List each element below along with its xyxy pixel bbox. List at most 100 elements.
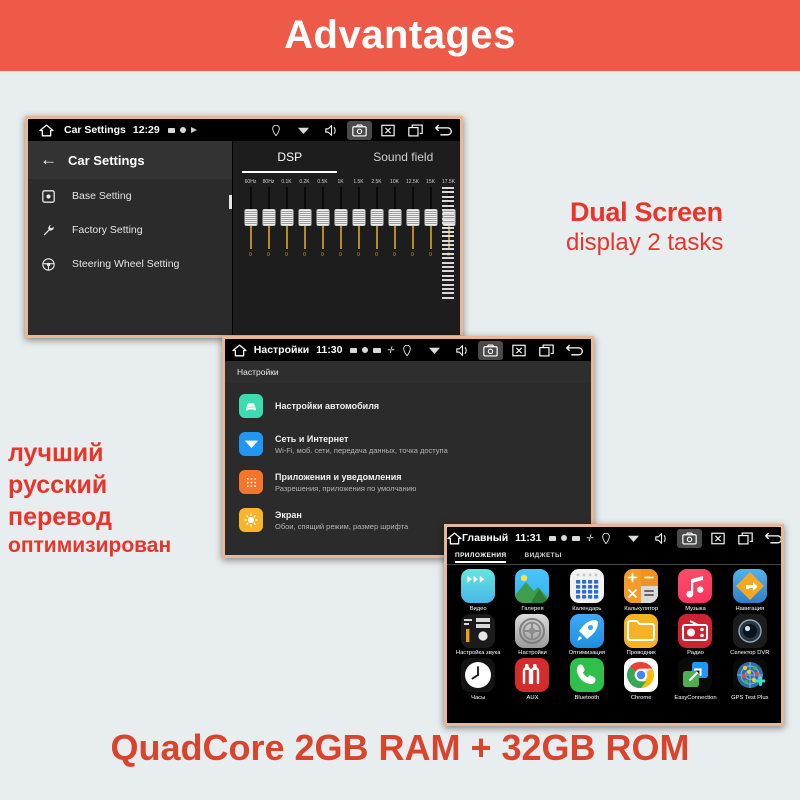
app-tile[interactable]: Календарь <box>560 569 614 612</box>
menu-item-factory-setting[interactable]: Factory Setting <box>28 213 232 247</box>
back-icon[interactable] <box>431 121 456 140</box>
eq-band-knob[interactable] <box>388 209 401 226</box>
home-icon[interactable] <box>447 532 462 545</box>
app-tile[interactable]: Настройки <box>505 613 559 656</box>
tab-widgets[interactable]: ВИДЖЕТЫ <box>524 552 561 561</box>
eq-band-track[interactable] <box>334 187 347 249</box>
tab-sound-field[interactable]: Sound field <box>347 141 461 173</box>
app-tile[interactable]: Настройка звука <box>451 613 505 656</box>
app-tile[interactable]: Проводник <box>614 613 668 656</box>
volume-icon[interactable] <box>319 121 344 140</box>
easyconnection-icon[interactable] <box>678 658 713 692</box>
recents-icon[interactable] <box>534 341 559 360</box>
app-tile[interactable]: EasyConnection <box>668 658 722 701</box>
location-icon[interactable] <box>593 529 618 548</box>
settings-list-item[interactable]: Сеть и Интернет Wi-Fi, моб. сети, передач… <box>225 425 591 463</box>
back-icon[interactable] <box>562 341 587 360</box>
eq-band-track[interactable] <box>316 187 329 249</box>
menu-item-steering-wheel-setting[interactable]: Steering Wheel Setting <box>28 247 232 281</box>
eq-band-track[interactable] <box>406 187 419 249</box>
location-icon[interactable] <box>394 341 419 360</box>
eq-band-knob[interactable] <box>298 209 311 226</box>
chrome-icon[interactable] <box>624 658 659 692</box>
home-icon[interactable] <box>28 124 64 137</box>
settings-list-item[interactable]: Приложения и уведомления Разрешения, прил… <box>225 463 591 501</box>
eq-band[interactable]: 15K 0 <box>423 179 438 258</box>
eq-band-knob[interactable] <box>352 209 365 226</box>
app-tile[interactable]: Галерея <box>505 569 559 612</box>
panel-drag-handle[interactable] <box>229 195 232 209</box>
location-icon[interactable] <box>263 121 288 140</box>
radio-icon[interactable] <box>678 613 713 648</box>
eq-band-knob[interactable] <box>280 209 293 226</box>
screenshot-icon[interactable] <box>677 528 702 548</box>
wifi-icon[interactable] <box>621 529 646 548</box>
wifi-icon[interactable] <box>291 121 316 140</box>
app-tile[interactable]: Музыка <box>668 569 722 612</box>
eq-band-knob[interactable] <box>406 209 419 226</box>
close-icon[interactable] <box>506 341 531 360</box>
eq-band-track[interactable] <box>244 187 257 249</box>
eq-band-knob[interactable] <box>244 209 257 226</box>
app-tile[interactable]: AUX <box>505 658 559 701</box>
eq-band[interactable]: 1.5K 0 <box>351 179 366 258</box>
recents-icon[interactable] <box>403 121 428 140</box>
back-icon[interactable] <box>761 529 781 548</box>
wifi-icon[interactable] <box>422 341 447 360</box>
settings-gear-icon[interactable] <box>515 613 550 648</box>
eq-band-knob[interactable] <box>262 209 275 226</box>
clock-icon[interactable] <box>461 658 496 692</box>
app-tile[interactable]: Оптимизация <box>560 613 614 656</box>
eq-band[interactable]: 12.5K 0 <box>405 179 420 258</box>
eq-band[interactable]: 10K 0 <box>387 179 402 258</box>
app-tile[interactable]: GPS Test Plus <box>723 658 777 701</box>
screenshot-icon[interactable] <box>478 340 503 360</box>
eq-band-knob[interactable] <box>424 209 437 226</box>
eq-band-knob[interactable] <box>370 209 383 226</box>
rocket-icon[interactable] <box>569 613 604 648</box>
volume-icon[interactable] <box>649 529 674 548</box>
eq-band-track[interactable] <box>298 187 311 249</box>
phone-icon[interactable] <box>569 658 604 692</box>
calculator-icon[interactable] <box>624 569 659 603</box>
aux-cable-icon[interactable] <box>515 658 550 692</box>
settings-list-item[interactable]: Настройки автомобиля <box>225 387 591 425</box>
home-icon[interactable] <box>225 344 254 357</box>
close-icon[interactable] <box>705 529 730 548</box>
eq-band[interactable]: 0.5K 0 <box>315 179 330 258</box>
app-tile[interactable]: Навигация <box>723 569 777 612</box>
music-icon[interactable] <box>678 569 713 603</box>
eq-band-track[interactable] <box>280 187 293 249</box>
app-tile[interactable]: Видео <box>451 569 505 612</box>
eq-band[interactable]: 80Hz 0 <box>261 179 276 258</box>
gps-radar-icon[interactable] <box>732 658 767 692</box>
arrow-left-icon[interactable]: ← <box>40 150 68 170</box>
tab-dsp[interactable]: DSP <box>233 141 347 173</box>
eq-band[interactable]: 1K 0 <box>333 179 348 258</box>
folder-icon[interactable] <box>624 613 659 648</box>
recents-icon[interactable] <box>733 529 758 548</box>
app-tile[interactable]: Chrome <box>614 658 668 701</box>
eq-band[interactable]: 60Hz 0 <box>243 179 258 258</box>
menu-item-base-setting[interactable]: Base Setting <box>28 179 232 213</box>
navigation-icon[interactable] <box>732 569 767 603</box>
volume-icon[interactable] <box>450 341 475 360</box>
gallery-icon[interactable] <box>515 569 550 603</box>
app-tile[interactable]: Радио <box>668 613 722 656</box>
app-tile[interactable]: Часы <box>451 658 505 701</box>
eq-band[interactable]: 2.5K 0 <box>369 179 384 258</box>
app-tile[interactable]: Селектор DVR <box>723 613 777 656</box>
sound-settings-icon[interactable] <box>461 613 496 648</box>
eq-band[interactable]: 0.2K 0 <box>297 179 312 258</box>
app-tile[interactable]: Калькулятор <box>614 569 668 612</box>
calendar-icon[interactable] <box>569 569 604 603</box>
eq-band-track[interactable] <box>370 187 383 249</box>
screenshot-icon[interactable] <box>347 120 372 140</box>
eq-band[interactable]: 0.1K 0 <box>279 179 294 258</box>
eq-band-track[interactable] <box>352 187 365 249</box>
eq-band-track[interactable] <box>424 187 437 249</box>
eq-band-knob[interactable] <box>316 209 329 226</box>
camera-lens-icon[interactable] <box>732 613 767 648</box>
eq-band-track[interactable] <box>388 187 401 249</box>
video-icon[interactable] <box>461 569 496 603</box>
